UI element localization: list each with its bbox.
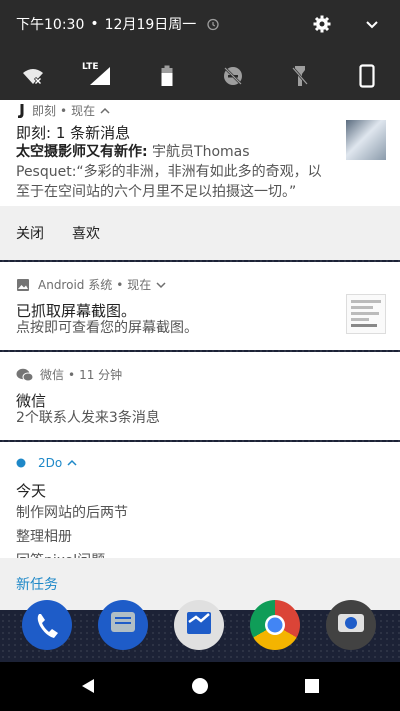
status-time: 下午10:30 bbox=[16, 17, 85, 33]
wifi-off-icon[interactable] bbox=[21, 64, 45, 88]
notification-headline: 太空摄影师又有新作: bbox=[16, 144, 148, 160]
navigation-bar bbox=[0, 662, 400, 711]
notification-time: 11 分钟 bbox=[79, 368, 123, 382]
collapse-chevron-icon[interactable] bbox=[362, 14, 382, 34]
task-item[interactable]: 回答pixel问题 bbox=[16, 550, 105, 558]
notification-body: 点按即可查看您的屏幕截图。 bbox=[16, 320, 198, 336]
home-dock bbox=[0, 600, 400, 658]
app-name: 微信 bbox=[40, 368, 65, 382]
task-item[interactable]: 整理相册 bbox=[16, 526, 72, 546]
jike-app-icon bbox=[17, 103, 24, 118]
battery-icon[interactable] bbox=[155, 64, 179, 88]
notification-content: 太空摄影师又有新作: 宇航员Thomas Pesquet:“多彩的非洲，非洲有如… bbox=[16, 142, 334, 202]
chrome-icon[interactable] bbox=[250, 600, 300, 650]
2do-app-icon bbox=[16, 458, 26, 468]
messages-icon[interactable] bbox=[98, 600, 148, 650]
wechat-icon bbox=[16, 368, 34, 381]
alarm-icon bbox=[206, 17, 220, 31]
settings-gear-icon[interactable] bbox=[312, 14, 332, 34]
lte-label: LTE bbox=[81, 62, 99, 72]
screenshot-thumbnail bbox=[346, 294, 386, 334]
camera-icon[interactable] bbox=[326, 600, 376, 650]
notification-actions: 关闭 喜欢 bbox=[0, 206, 400, 260]
recents-icon[interactable] bbox=[300, 674, 324, 698]
new-task-button[interactable]: 新任务 bbox=[16, 574, 58, 594]
notification-title: 即刻: 1 条新消息 bbox=[16, 124, 131, 142]
quick-settings-panel: 下午10:30 • 12月19日周一 LTE bbox=[0, 0, 400, 100]
flashlight-off-icon[interactable] bbox=[288, 64, 312, 88]
chevron-up-icon[interactable] bbox=[99, 106, 111, 116]
notification-time: 现在 bbox=[127, 278, 152, 292]
inbox-icon[interactable] bbox=[174, 600, 224, 650]
like-button[interactable]: 喜欢 bbox=[72, 223, 100, 243]
back-icon[interactable] bbox=[76, 674, 100, 698]
status-line: 下午10:30 • 12月19日周一 bbox=[16, 14, 220, 34]
chevron-down-icon[interactable] bbox=[155, 280, 167, 290]
notification-body: 2个联系人发来3条消息 bbox=[16, 410, 160, 426]
notification-2do[interactable]: 2Do 今天 制作网站的后两节 整理相册 回答pixel问题 bbox=[0, 442, 400, 558]
phone-icon[interactable] bbox=[22, 600, 72, 650]
notification-wechat[interactable]: 微信 • 11 分钟 微信 2个联系人发来3条消息 bbox=[0, 352, 400, 440]
notification-header: 微信 • 11 分钟 bbox=[16, 366, 122, 383]
notification-time: 现在 bbox=[71, 104, 96, 118]
list-title: 今天 bbox=[16, 482, 47, 500]
notification-header: Android 系统 • 现在 bbox=[16, 276, 167, 293]
home-icon[interactable] bbox=[188, 674, 212, 698]
notification-jike[interactable]: 即刻 • 现在 即刻: 1 条新消息 太空摄影师又有新作: 宇航员Thomas … bbox=[0, 100, 400, 206]
notification-header: 2Do bbox=[16, 456, 78, 470]
app-name: 2Do bbox=[38, 456, 63, 470]
notification-thumbnail bbox=[346, 120, 386, 160]
app-name: Android 系统 bbox=[38, 278, 113, 292]
image-icon bbox=[17, 278, 29, 291]
status-separator: • bbox=[90, 16, 99, 32]
notification-header: 即刻 • 现在 bbox=[16, 102, 111, 119]
dismiss-button[interactable]: 关闭 bbox=[16, 223, 44, 243]
status-date: 12月19日周一 bbox=[104, 17, 197, 33]
chevron-up-icon[interactable] bbox=[66, 458, 78, 468]
app-name: 即刻 bbox=[32, 104, 57, 118]
task-item[interactable]: 制作网站的后两节 bbox=[16, 502, 128, 522]
do-not-disturb-off-icon[interactable] bbox=[221, 64, 245, 88]
rotation-icon[interactable] bbox=[355, 64, 379, 88]
notification-screenshot[interactable]: Android 系统 • 现在 已抓取屏幕截图。 点按即可查看您的屏幕截图。 bbox=[0, 262, 400, 350]
lte-signal-icon[interactable]: LTE bbox=[82, 62, 112, 88]
